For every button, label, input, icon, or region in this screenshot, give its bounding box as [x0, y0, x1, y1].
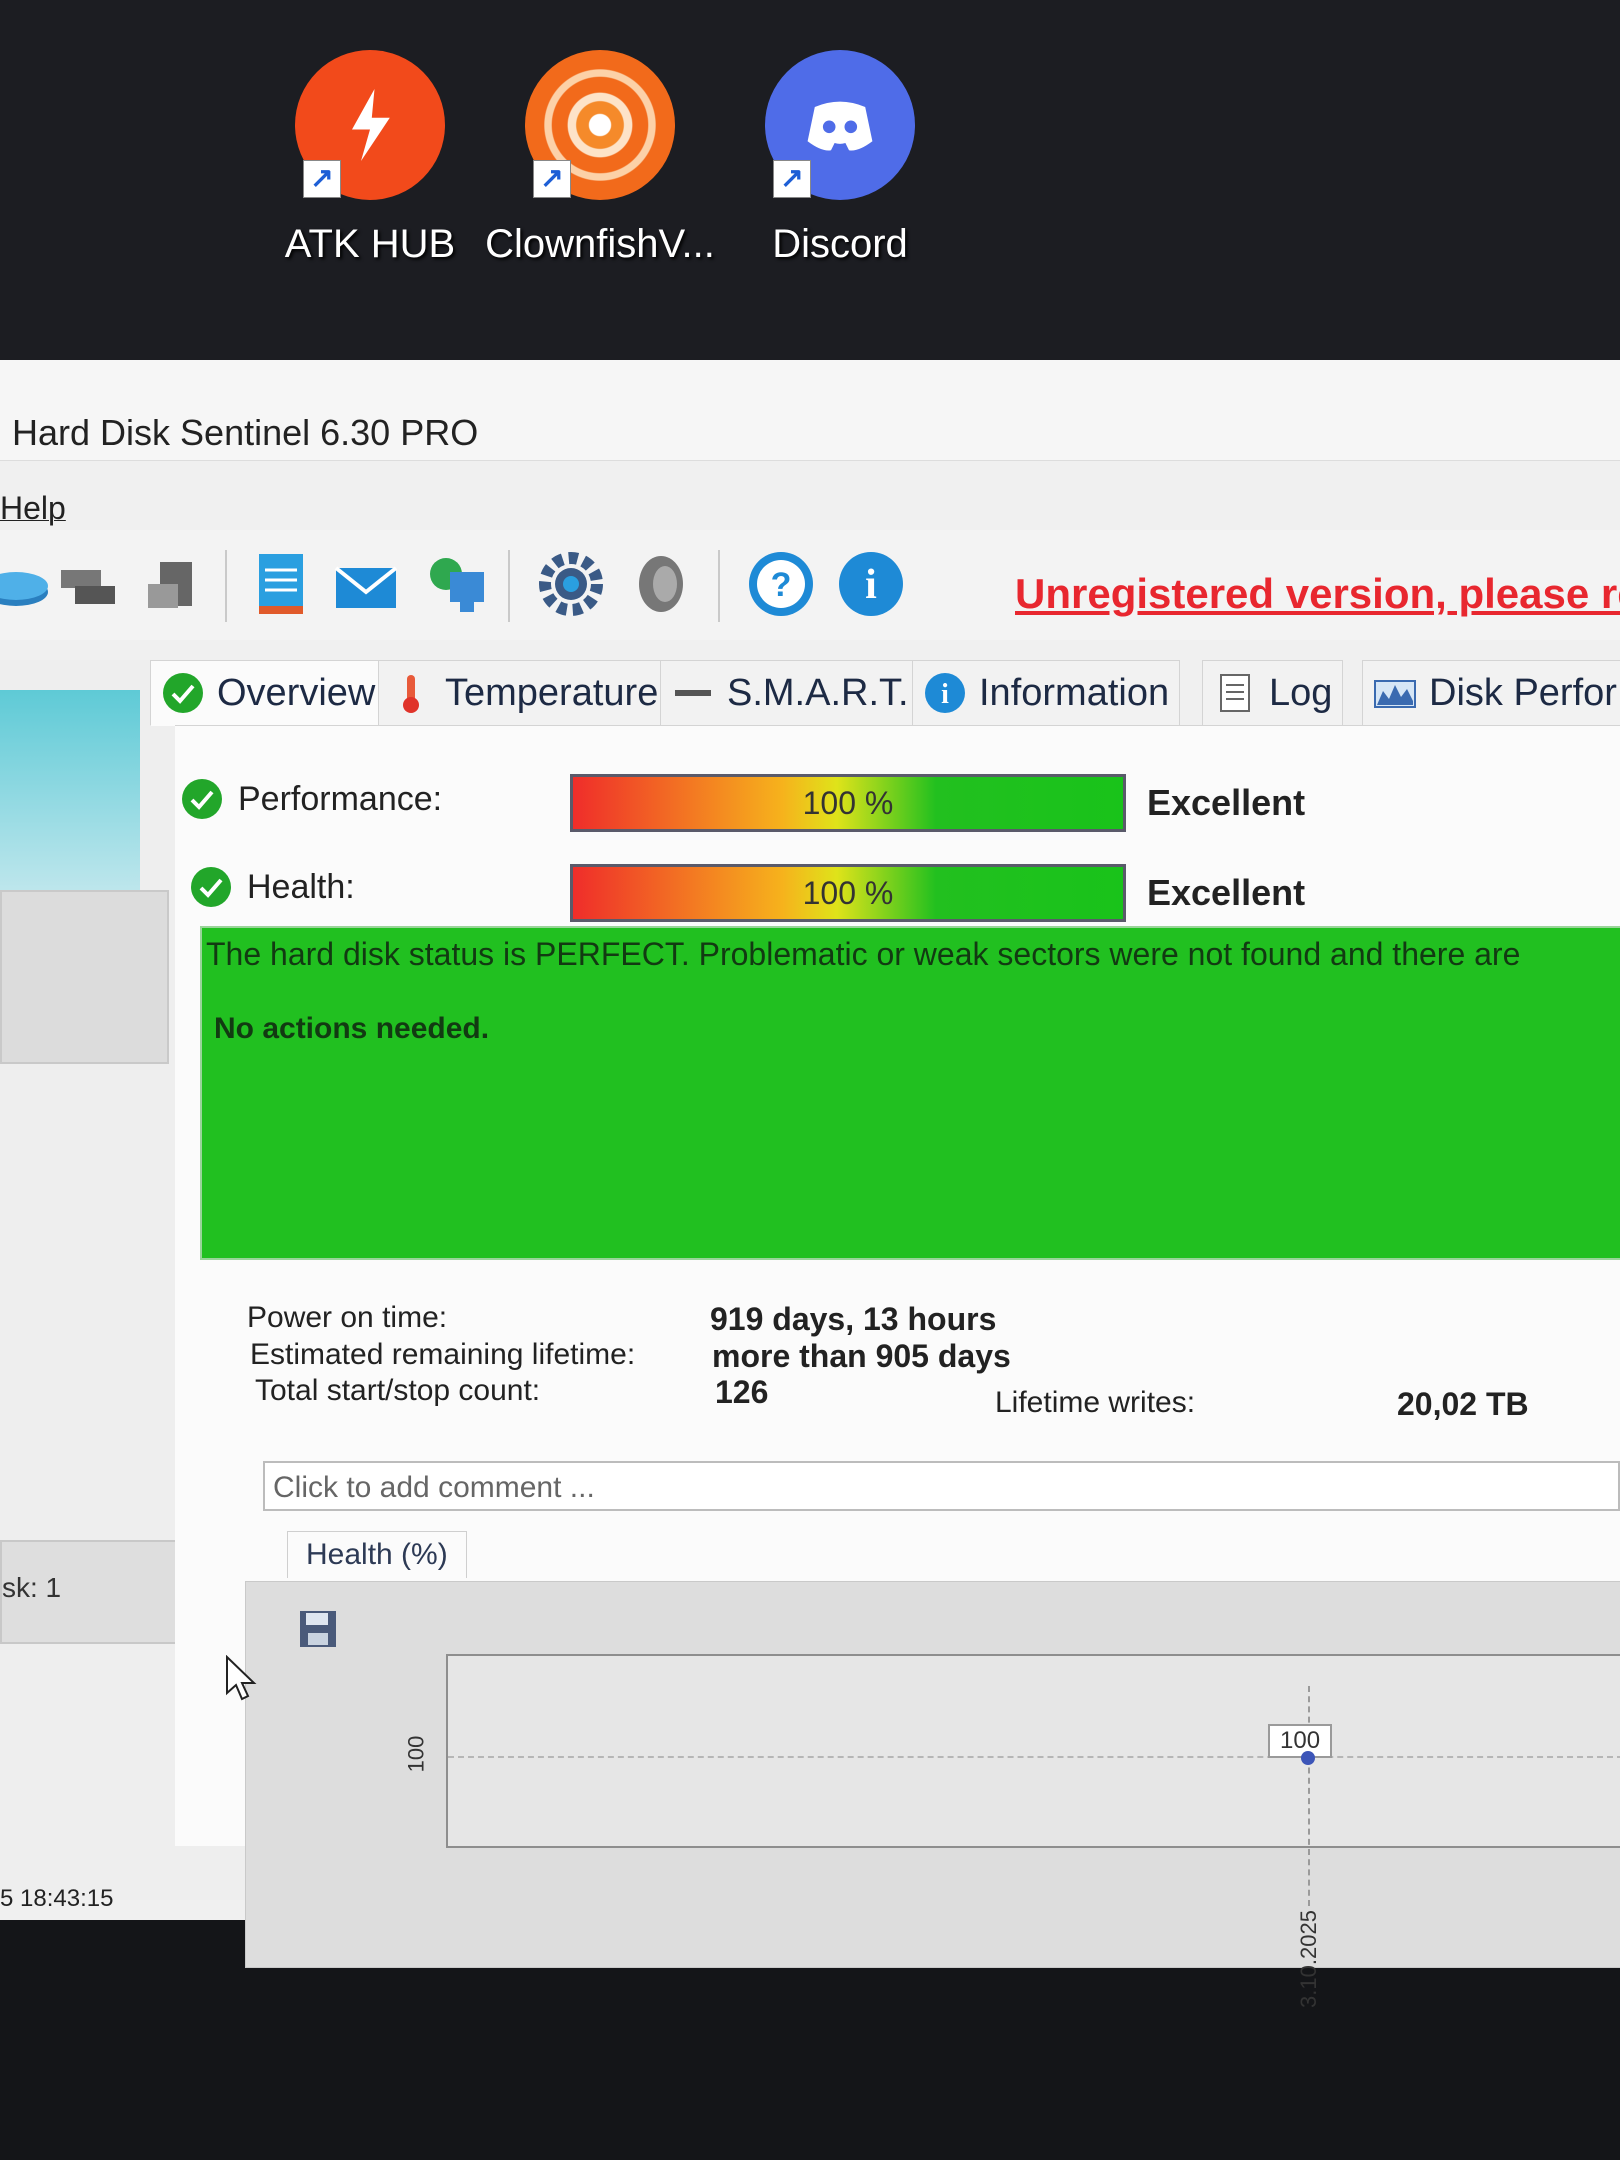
chart-date-line: [1308, 1686, 1310, 1906]
performance-bar: 100 %: [570, 774, 1126, 832]
thermometer-icon: [403, 675, 419, 713]
remaining-lifetime-value: more than 905 days: [712, 1338, 1011, 1374]
toolbar-separator: [508, 550, 510, 622]
health-row: Health:: [175, 852, 355, 922]
tab-label: Information: [979, 671, 1170, 714]
tab-label: Log: [1269, 671, 1333, 714]
status-message-box: The hard disk status is PERFECT. Problem…: [200, 926, 1620, 1260]
tab-label: Temperature: [445, 671, 659, 714]
desktop-icon-label: ClownfishV...: [485, 222, 715, 266]
health-chart-plot: 100 100 3.10.2025: [403, 1654, 1620, 2008]
chart-tab-health[interactable]: Health (%): [287, 1531, 467, 1578]
window-title: Hard Disk Sentinel 6.30 PRO: [12, 412, 479, 453]
health-bar: 100 %: [570, 864, 1126, 922]
tab-overview[interactable]: Overview: [150, 660, 387, 726]
check-icon: [163, 673, 203, 713]
disk-label: sk: 1: [2, 1572, 62, 1603]
overview-panel: Performance: 100 % Excellent Health: 100…: [175, 725, 1620, 2008]
tab-temperature[interactable]: Temperature: [378, 660, 670, 726]
check-icon: [182, 779, 222, 819]
menu-help[interactable]: Help: [0, 490, 66, 526]
desktop-icon-atk-hub[interactable]: ↗ ATK HUB: [255, 50, 485, 267]
log-icon: [1220, 674, 1250, 712]
disk-list-item[interactable]: [0, 890, 169, 1064]
disk-icon[interactable]: [0, 548, 52, 620]
svg-text:i: i: [865, 562, 877, 608]
tab-log[interactable]: Log: [1202, 660, 1344, 726]
remaining-lifetime-label: Estimated remaining lifetime:: [250, 1338, 636, 1371]
status-text: The hard disk status is PERFECT. Problem…: [206, 936, 1521, 972]
chart-point-label: 100: [1268, 1724, 1333, 1758]
check-icon: [191, 867, 231, 907]
lifetime-writes-label: Lifetime writes:: [995, 1386, 1196, 1419]
menu-bar: Help: [0, 490, 66, 527]
performance-label: Performance:: [238, 779, 443, 818]
gear-icon[interactable]: [535, 548, 607, 620]
start-stop-value: 126: [715, 1374, 769, 1410]
atk-hub-icon: ↗: [295, 50, 445, 200]
desktop-icon-label: Discord: [772, 222, 908, 266]
toolbar: ? i Unregistered version, please re: [0, 530, 1620, 640]
tab-information[interactable]: i Information: [912, 660, 1181, 726]
tab-label: Overview: [217, 671, 376, 714]
comment-field[interactable]: Click to add comment ...: [263, 1461, 1620, 1511]
mouse-cursor-icon: [226, 1655, 257, 1701]
lifetime-writes-value: 20,02 TB: [1397, 1386, 1529, 1422]
tab-label: S.M.A.R.T.: [727, 671, 909, 714]
smart-icon: [675, 690, 711, 696]
performance-percent: 100 %: [802, 785, 894, 821]
tab-label: Disk Perfor: [1429, 671, 1617, 714]
email-icon[interactable]: [330, 548, 402, 620]
status-action-text: No actions needed.: [214, 1012, 490, 1045]
shortcut-arrow-icon: ↗: [533, 160, 571, 198]
power-on-label: Power on time:: [247, 1301, 448, 1334]
shortcut-arrow-icon: ↗: [303, 160, 341, 198]
about-info-icon[interactable]: i: [835, 548, 907, 620]
title-bar: Hard Disk Sentinel 6.30 PRO: [0, 360, 1620, 461]
desktop-icon-discord[interactable]: ↗ Discord: [725, 50, 955, 267]
chart-data-point: [1301, 1751, 1315, 1765]
performance-rating: Excellent: [1147, 782, 1306, 823]
tab-disk-performance[interactable]: Disk Perfor: [1362, 660, 1620, 726]
health-percent: 100 %: [802, 875, 894, 911]
health-chart-area: 100 100 3.10.2025: [245, 1581, 1620, 2008]
save-icon[interactable]: [296, 1607, 340, 1651]
drives-icon[interactable]: [55, 548, 127, 620]
desktop-icon-clownfish[interactable]: ↗ ClownfishV...: [485, 50, 715, 267]
computer-icon[interactable]: [140, 548, 212, 620]
chart-y-tick: 100: [403, 1735, 429, 1773]
health-rating: Excellent: [1147, 872, 1306, 913]
performance-row: Performance:: [175, 764, 442, 834]
power-on-value: 919 days, 13 hours: [710, 1301, 997, 1337]
info-icon: i: [925, 673, 965, 713]
clownfish-icon: ↗: [525, 50, 675, 200]
chart-gridline: [448, 1756, 1620, 1758]
help-icon[interactable]: ?: [745, 548, 817, 620]
report-icon[interactable]: [245, 548, 317, 620]
svg-text:i: i: [941, 679, 949, 710]
desktop: ↗ ATK HUB ↗ ClownfishV... ↗ Discord: [0, 0, 1620, 360]
web-icon[interactable]: [420, 548, 492, 620]
unregistered-link[interactable]: Unregistered version, please re: [1015, 570, 1620, 618]
chart-x-tick: 3.10.2025: [1295, 1910, 1321, 2008]
disk-performance-icon: [1374, 680, 1416, 708]
status-timestamp: 5 18:43:15: [0, 1885, 114, 1912]
start-stop-label: Total start/stop count:: [255, 1374, 541, 1407]
sound-icon[interactable]: [625, 548, 697, 620]
svg-text:?: ?: [771, 566, 792, 604]
health-label: Health:: [247, 867, 355, 906]
tab-strip: Overview Temperature S.M.A.R.T. i Inform…: [140, 650, 1620, 730]
shortcut-arrow-icon: ↗: [773, 160, 811, 198]
disk-list-item-selected[interactable]: [0, 690, 140, 890]
toolbar-separator: [718, 550, 720, 622]
toolbar-separator: [225, 550, 227, 622]
desktop-icon-label: ATK HUB: [284, 222, 456, 266]
tab-smart[interactable]: S.M.A.R.T.: [660, 660, 920, 726]
discord-icon: ↗: [765, 50, 915, 200]
